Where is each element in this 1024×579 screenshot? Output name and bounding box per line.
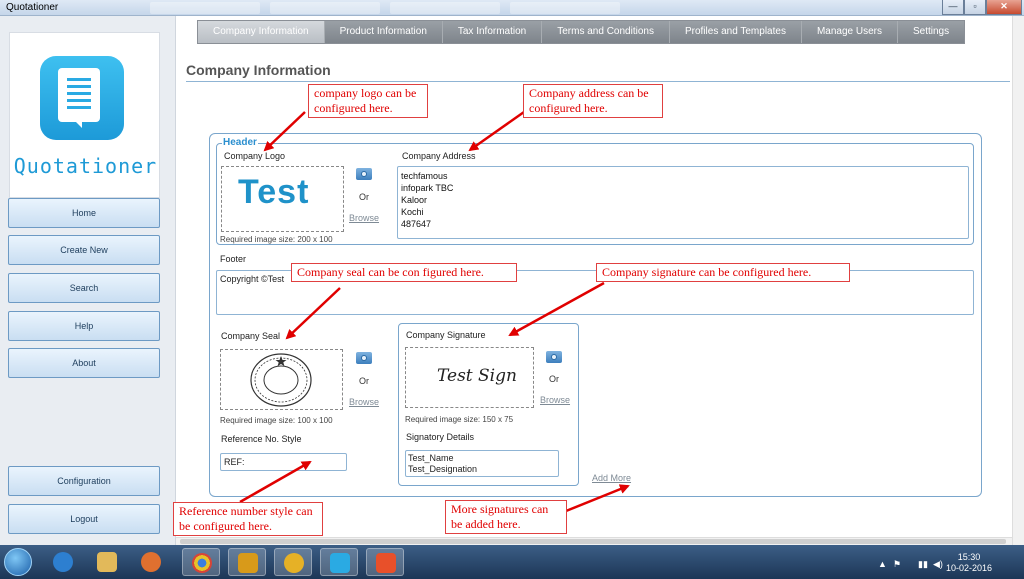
taskbar-clock[interactable]: 15:30 10-02-2016 [942, 552, 996, 574]
tray-signal-icon[interactable]: ▮▮ [918, 559, 928, 570]
taskbar-app-quotationer[interactable] [320, 548, 358, 576]
taskbar-app[interactable] [182, 548, 220, 576]
vertical-scrollbar[interactable] [1012, 16, 1024, 545]
taskbar [0, 545, 1024, 579]
lightbulb-icon [284, 553, 304, 573]
taskbar-app[interactable] [88, 548, 126, 576]
quotationer-icon [330, 553, 350, 573]
tray-up-arrow-icon[interactable]: ▲ [878, 559, 887, 569]
taskbar-app[interactable] [44, 548, 82, 576]
folder-icon [97, 552, 117, 572]
callout-more-signatures: More signatures can be added here. [445, 500, 567, 534]
taskbar-app[interactable] [366, 548, 404, 576]
tray-flag-icon[interactable]: ⚑ [893, 559, 901, 570]
callout-company-seal: Company seal can be con figured here. [291, 263, 517, 282]
browser-icon [53, 552, 73, 572]
taskbar-app[interactable] [228, 548, 266, 576]
callout-company-address: Company address can be configured here. [523, 84, 663, 118]
clock-date: 10-02-2016 [945, 563, 993, 573]
grid-app-icon [238, 553, 258, 573]
chrome-icon [192, 553, 212, 573]
taskbar-app[interactable] [132, 548, 170, 576]
taskbar-app[interactable] [274, 548, 312, 576]
callout-company-signature: Company signature can be configured here… [596, 263, 850, 282]
horizontal-scrollbar[interactable] [176, 537, 1012, 545]
media-player-icon [141, 552, 161, 572]
scrollbar-thumb[interactable] [180, 539, 1006, 544]
clock-time: 15:30 [957, 552, 981, 562]
callout-reference-style: Reference number style can be configured… [173, 502, 323, 536]
app-icon [376, 553, 396, 573]
annotation-arrows [239, 110, 630, 513]
callout-company-logo: company logo can be configured here. [308, 84, 428, 118]
start-button[interactable] [4, 548, 32, 576]
